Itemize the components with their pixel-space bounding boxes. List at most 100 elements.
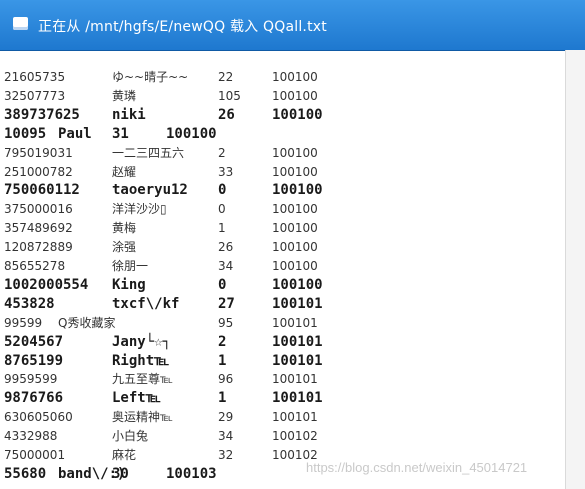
record-code: 100100 (272, 88, 318, 103)
record-code: 100100 (272, 202, 318, 217)
record-code: 100100 (272, 145, 318, 160)
text-line: 9876766 Left℡ 1 100101 (0, 389, 565, 407)
record-age: 96 (218, 372, 234, 387)
record-nickname: King (112, 276, 146, 293)
record-nickname: niki (112, 106, 146, 123)
record-age: 0 (218, 202, 226, 217)
record-nickname: taoeryu12 (112, 182, 188, 199)
record-code: 100102 (272, 429, 318, 444)
record-age: 1 (218, 221, 226, 236)
record-nickname: 洋洋沙沙▯ (112, 202, 167, 217)
record-qq: 389737625 (4, 106, 80, 123)
record-nickname: 黄梅 (112, 221, 137, 236)
text-line: 10095 Paul 31 100100 (0, 125, 565, 143)
record-age: 31 (112, 125, 129, 142)
text-area[interactable]: 21605735 ゆ~~晴子~~ 22 100100 32507773 黄璘 105 1001… (0, 50, 565, 489)
text-line: 120872889 涂强 26 100100 (0, 238, 565, 256)
record-age: 22 (218, 70, 234, 84)
record-age: 29 (218, 410, 234, 425)
text-line: 5204567 Jany└☆┐ 2 100101 (0, 333, 565, 351)
watermark: https://blog.csdn.net/weixin_45014721 (306, 460, 528, 475)
record-nickname: 奥运精神℡ (112, 410, 173, 425)
record-nickname: 徐朋一 (112, 259, 149, 273)
record-age: 1 (218, 352, 227, 369)
record-code: 100101 (272, 390, 323, 407)
text-line: 21605735 ゆ~~晴子~~ 22 100100 (0, 68, 565, 86)
record-qq: 1002000554 (4, 276, 89, 293)
record-age: 0 (218, 276, 227, 293)
record-code: 100100 (272, 276, 323, 293)
record-nickname: Paul (58, 125, 92, 142)
record-age: 2 (218, 333, 227, 350)
record-nickname: 赵耀 (112, 164, 137, 179)
text-line: 375000016 洋洋沙沙▯ 0 100100 (0, 200, 565, 218)
text-line: 4332988 小白兔 34 100102 (0, 427, 565, 445)
record-nickname: Q秀收藏家 (58, 315, 116, 330)
record-code: 100100 (272, 164, 318, 179)
record-age: 30 (112, 465, 129, 482)
record-qq: 5204567 (4, 333, 64, 350)
text-line: 251000782 赵耀 33 100100 (0, 163, 565, 181)
record-qq: 120872889 (4, 240, 73, 255)
record-age: 34 (218, 429, 234, 444)
record-nickname: 九五至尊℡ (112, 372, 173, 387)
record-code: 100101 (272, 315, 318, 330)
record-age: 1 (218, 390, 227, 407)
record-age: 26 (218, 106, 235, 123)
record-qq: 453828 (4, 295, 55, 312)
vertical-scrollbar[interactable] (565, 50, 585, 489)
record-qq: 750060112 (4, 182, 80, 199)
record-nickname: 黄璘 (112, 88, 137, 103)
record-age: 2 (218, 145, 226, 160)
text-line: 32507773 黄璘 105 100100 (0, 87, 565, 105)
record-code: 100103 (166, 465, 217, 482)
record-nickname: 小白兔 (112, 429, 149, 444)
record-age: 0 (218, 182, 227, 199)
record-code: 100101 (272, 410, 318, 425)
record-age: 26 (218, 240, 234, 255)
record-age: 95 (218, 315, 234, 330)
text-line: 389737625 niki 26 100100 (0, 106, 565, 124)
record-code: 100101 (272, 352, 323, 369)
record-age: 105 (218, 88, 241, 103)
record-qq: 795019031 (4, 145, 73, 160)
record-nickname: 一二三四五六 (112, 145, 185, 160)
record-nickname: txcf\/kf (112, 295, 180, 312)
record-qq: 357489692 (4, 221, 73, 236)
record-code: 100100 (272, 259, 318, 273)
record-qq: 630605060 (4, 410, 73, 425)
record-code: 100100 (272, 221, 318, 236)
text-line: 9959599 九五至尊℡ 96 100101 (0, 370, 565, 388)
record-age: 32 (218, 448, 234, 462)
record-code: 100100 (166, 125, 217, 142)
record-code: 100101 (272, 372, 318, 387)
text-line: 750060112 taoeryu12 0 100100 (0, 181, 565, 199)
status-message: 正在从 /mnt/hgfs/E/newQQ 载入 QQall.txt (38, 19, 327, 35)
text-line: 85655278 徐朋一 34 100100 (0, 257, 565, 275)
record-nickname: 麻花 (112, 448, 137, 462)
record-code: 100101 (272, 333, 323, 350)
record-nickname: 涂强 (112, 240, 137, 255)
record-qq: 8765199 (4, 352, 64, 369)
record-qq: 375000016 (4, 202, 73, 217)
record-nickname: ゆ~~晴子~~ (112, 70, 189, 84)
record-nickname: Jany└☆┐ (112, 333, 172, 350)
record-qq: 75000001 (4, 448, 66, 462)
record-qq: 9959599 (4, 372, 58, 387)
document-icon (13, 17, 28, 30)
record-qq: 99599 (4, 315, 43, 330)
record-qq: 251000782 (4, 164, 73, 179)
record-code: 100100 (272, 240, 318, 255)
text-line: 1002000554 King 0 100100 (0, 276, 565, 294)
text-line: 99599 Q秀收藏家 95 100101 (0, 314, 565, 332)
text-line: 453828 txcf\/kf 27 100101 (0, 295, 565, 313)
record-age: 27 (218, 295, 235, 312)
record-qq: 85655278 (4, 259, 66, 273)
text-line: 795019031 一二三四五六 2 100100 (0, 144, 565, 162)
record-qq: 55680 (4, 465, 47, 482)
text-line: 8765199 Right℡ 1 100101 (0, 352, 565, 370)
record-nickname: Right℡ (112, 352, 170, 369)
text-line: 357489692 黄梅 1 100100 (0, 219, 565, 237)
record-nickname: Left℡ (112, 390, 161, 407)
text-line: 630605060 奥运精神℡ 29 100101 (0, 408, 565, 426)
